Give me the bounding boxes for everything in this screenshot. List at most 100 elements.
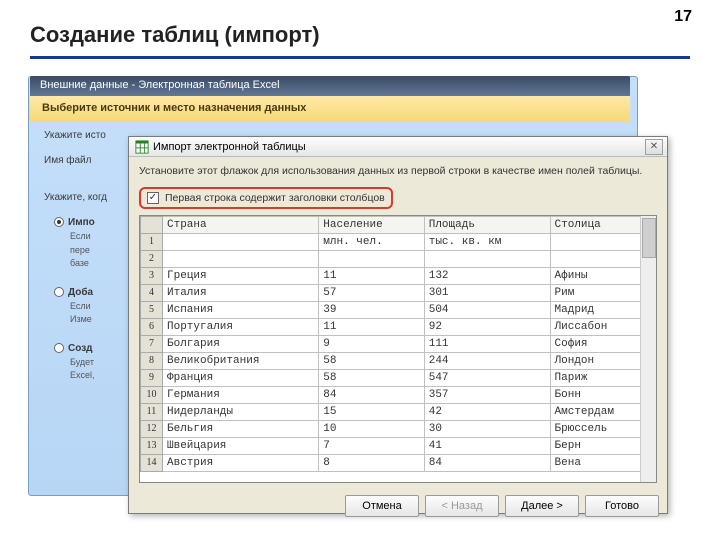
cell[interactable]: 132 <box>424 267 550 284</box>
cell[interactable]: 9 <box>319 335 424 352</box>
row-number[interactable]: 14 <box>141 454 163 471</box>
cell[interactable]: 41 <box>424 437 550 454</box>
cell[interactable]: тыс. кв. км <box>424 233 550 250</box>
cell[interactable] <box>163 233 319 250</box>
row-number[interactable]: 13 <box>141 437 163 454</box>
opt-import-label: Импо <box>68 217 95 228</box>
row-number[interactable]: 12 <box>141 420 163 437</box>
cell[interactable]: Португалия <box>163 318 319 335</box>
cell[interactable]: Болгария <box>163 335 319 352</box>
cell[interactable] <box>163 250 319 267</box>
cell[interactable]: 111 <box>424 335 550 352</box>
ribbon-title: Внешние данные - Электронная таблица Exc… <box>30 76 630 96</box>
cell[interactable]: Германия <box>163 386 319 403</box>
checkbox-highlight: ✓ Первая строка содержит заголовки столб… <box>139 187 393 209</box>
row-number[interactable]: 7 <box>141 335 163 352</box>
dialog-titlebar[interactable]: Импорт электронной таблицы ✕ <box>129 137 667 157</box>
radio-link[interactable] <box>54 343 64 353</box>
spreadsheet-icon <box>135 140 149 154</box>
first-row-headers-checkbox[interactable]: ✓ <box>147 192 159 204</box>
cell[interactable]: 92 <box>424 318 550 335</box>
back-button[interactable]: < Назад <box>425 495 499 517</box>
cell[interactable]: 30 <box>424 420 550 437</box>
column-header[interactable]: Страна <box>163 216 319 233</box>
table-row[interactable]: 2 <box>141 250 656 267</box>
rownum-header <box>141 216 163 233</box>
cell[interactable]: 244 <box>424 352 550 369</box>
table-row[interactable]: 14Австрия884Вена <box>141 454 656 471</box>
row-number[interactable]: 10 <box>141 386 163 403</box>
preview-table: СтранаНаселениеПлощадьСтолица 1млн. чел.… <box>140 216 656 472</box>
table-row[interactable]: 12Бельгия1030Брюссель <box>141 420 656 437</box>
cell[interactable]: млн. чел. <box>319 233 424 250</box>
cell[interactable]: Италия <box>163 284 319 301</box>
table-row[interactable]: 10Германия84357Бонн <box>141 386 656 403</box>
table-row[interactable]: 6Португалия1192Лиссабон <box>141 318 656 335</box>
slide-title: Создание таблиц (импорт) <box>30 22 690 48</box>
column-header[interactable]: Площадь <box>424 216 550 233</box>
cancel-button[interactable]: Отмена <box>345 495 419 517</box>
table-row[interactable]: 3Греция11132Афины <box>141 267 656 284</box>
cell[interactable] <box>424 250 550 267</box>
cell[interactable]: 84 <box>424 454 550 471</box>
row-number[interactable]: 11 <box>141 403 163 420</box>
cell[interactable]: 11 <box>319 318 424 335</box>
radio-import[interactable] <box>54 217 64 227</box>
table-row[interactable]: 5Испания39504Мадрид <box>141 301 656 318</box>
cell[interactable]: 39 <box>319 301 424 318</box>
table-row[interactable]: 1 млн. чел.тыс. кв. км <box>141 233 656 250</box>
cell[interactable]: Великобритания <box>163 352 319 369</box>
table-row[interactable]: 9Франция58547Париж <box>141 369 656 386</box>
cell[interactable]: 15 <box>319 403 424 420</box>
scrollbar-thumb[interactable] <box>642 218 656 258</box>
page-number: 17 <box>674 8 692 26</box>
close-button[interactable]: ✕ <box>645 139 663 155</box>
cell[interactable]: Греция <box>163 267 319 284</box>
cell[interactable]: 84 <box>319 386 424 403</box>
table-row[interactable]: 13Швейцария741Берн <box>141 437 656 454</box>
dialog-title: Импорт электронной таблицы <box>153 141 306 153</box>
cell[interactable]: 58 <box>319 352 424 369</box>
cell[interactable]: Нидерланды <box>163 403 319 420</box>
column-header[interactable]: Население <box>319 216 424 233</box>
next-button[interactable]: Далее > <box>505 495 579 517</box>
cell[interactable]: 57 <box>319 284 424 301</box>
cell[interactable]: 357 <box>424 386 550 403</box>
row-number[interactable]: 6 <box>141 318 163 335</box>
row-number[interactable]: 4 <box>141 284 163 301</box>
cell[interactable] <box>319 250 424 267</box>
cell[interactable]: Испания <box>163 301 319 318</box>
cell[interactable]: 301 <box>424 284 550 301</box>
vertical-scrollbar[interactable] <box>640 216 656 482</box>
cell[interactable]: 10 <box>319 420 424 437</box>
table-row[interactable]: 7Болгария9111София <box>141 335 656 352</box>
import-dialog: Импорт электронной таблицы ✕ Установите … <box>128 136 668 514</box>
preview-table-wrap: СтранаНаселениеПлощадьСтолица 1млн. чел.… <box>139 215 657 483</box>
opt-link-label: Созд <box>68 343 93 354</box>
header-divider <box>30 56 690 59</box>
table-row[interactable]: 8Великобритания58244Лондон <box>141 352 656 369</box>
cell[interactable]: Бельгия <box>163 420 319 437</box>
cell[interactable]: 547 <box>424 369 550 386</box>
cell[interactable]: Франция <box>163 369 319 386</box>
row-number[interactable]: 3 <box>141 267 163 284</box>
finish-button[interactable]: Готово <box>585 495 659 517</box>
radio-append[interactable] <box>54 287 64 297</box>
row-number[interactable]: 5 <box>141 301 163 318</box>
table-row[interactable]: 4Италия57301Рим <box>141 284 656 301</box>
table-row[interactable]: 11Нидерланды1542Амстердам <box>141 403 656 420</box>
cell[interactable]: 42 <box>424 403 550 420</box>
row-number[interactable]: 1 <box>141 233 163 250</box>
row-number[interactable]: 8 <box>141 352 163 369</box>
cell[interactable]: 11 <box>319 267 424 284</box>
cell[interactable]: 7 <box>319 437 424 454</box>
cell[interactable]: 8 <box>319 454 424 471</box>
row-number[interactable]: 9 <box>141 369 163 386</box>
checkbox-label: Первая строка содержит заголовки столбцо… <box>165 192 385 204</box>
row-number[interactable]: 2 <box>141 250 163 267</box>
cell[interactable]: 504 <box>424 301 550 318</box>
cell[interactable]: Австрия <box>163 454 319 471</box>
cell[interactable]: 58 <box>319 369 424 386</box>
wizard-header: Выберите источник и место назначения дан… <box>30 96 630 122</box>
cell[interactable]: Швейцария <box>163 437 319 454</box>
